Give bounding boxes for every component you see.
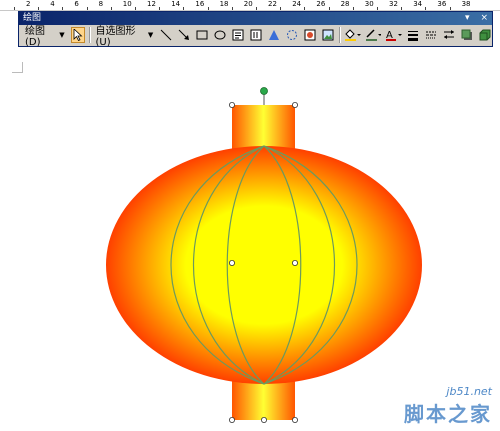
resize-handle-middle-left[interactable] — [228, 259, 235, 266]
resize-handle-middle-right[interactable] — [291, 259, 298, 266]
lantern-drawing[interactable] — [0, 0, 500, 431]
lantern-body[interactable] — [106, 146, 422, 384]
resize-handle-top-left[interactable] — [228, 102, 235, 109]
resize-handle-bottom-left[interactable] — [228, 416, 235, 423]
watermark-logo: jb51.net 脚本之家 — [404, 385, 492, 427]
rotate-handle[interactable] — [260, 87, 268, 95]
watermark-brand: 脚本之家 — [404, 402, 492, 426]
resize-handle-bottom-center[interactable] — [260, 416, 267, 423]
resize-handle-bottom-right[interactable] — [291, 416, 298, 423]
watermark-url: jb51.net — [446, 385, 492, 398]
resize-handle-top-right[interactable] — [291, 102, 298, 109]
